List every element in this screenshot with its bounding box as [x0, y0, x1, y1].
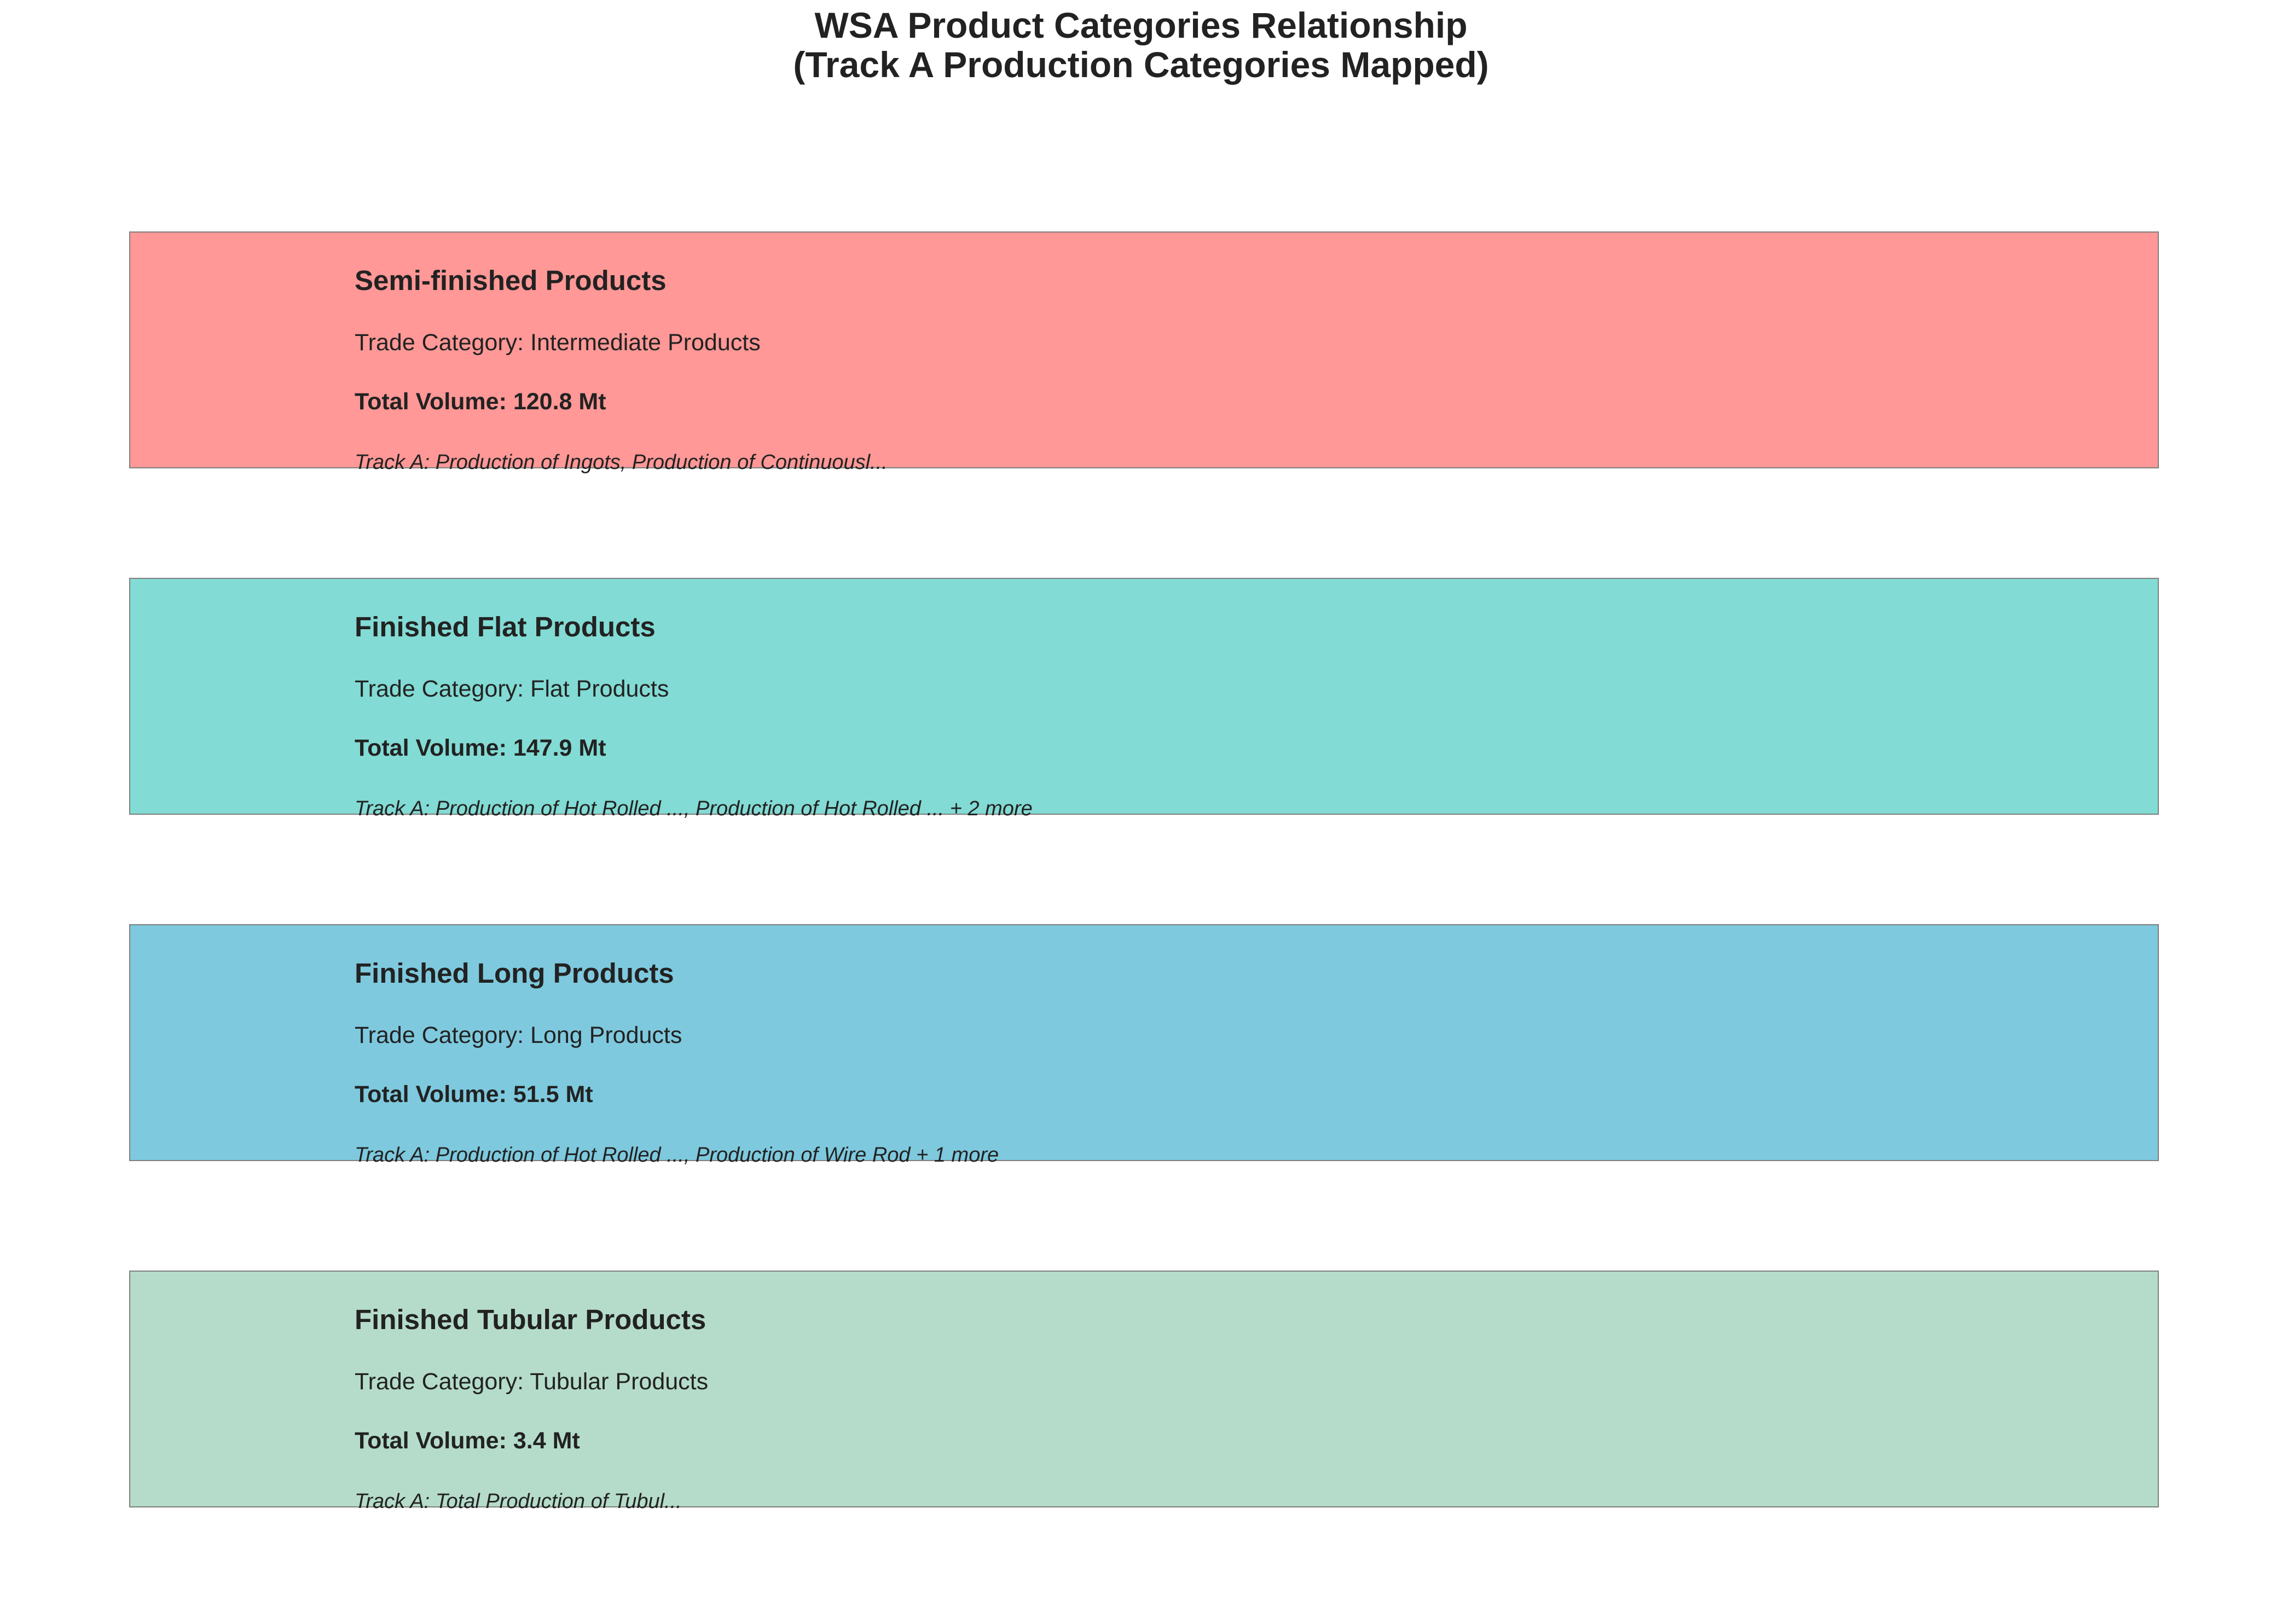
category-name: Finished Long Products [355, 958, 674, 989]
category-box-finished-long: Finished Long Products Trade Category: L… [129, 924, 2159, 1165]
diagram-title: WSA Product Categories Relationship (Tra… [0, 5, 2282, 84]
category-name: Finished Flat Products [355, 611, 656, 642]
track-a-mapping: Track A: Production of Hot Rolled ..., P… [355, 797, 1033, 820]
category-name: Finished Tubular Products [355, 1304, 706, 1335]
total-volume: Total Volume: 3.4 Mt [355, 1428, 580, 1454]
track-a-mapping: Track A: Total Production of Tubul... [355, 1490, 682, 1513]
trade-category: Trade Category: Flat Products [355, 676, 669, 702]
diagram-title-line-1: WSA Product Categories Relationship [814, 5, 1468, 45]
diagram-title-line-2: (Track A Production Categories Mapped) [793, 44, 1489, 85]
total-volume: Total Volume: 147.9 Mt [355, 735, 606, 761]
track-a-mapping: Track A: Production of Ingots, Productio… [355, 451, 888, 474]
total-volume: Total Volume: 120.8 Mt [355, 388, 606, 415]
category-box-finished-flat: Finished Flat Products Trade Category: F… [129, 578, 2159, 819]
category-box-finished-tubular: Finished Tubular Products Trade Category… [129, 1271, 2159, 1512]
trade-category: Trade Category: Intermediate Products [355, 329, 761, 356]
track-a-mapping: Track A: Production of Hot Rolled ..., P… [355, 1144, 999, 1167]
category-name: Semi-finished Products [355, 265, 667, 296]
category-box-semi-finished: Semi-finished Products Trade Category: I… [129, 231, 2159, 473]
trade-category: Trade Category: Long Products [355, 1022, 682, 1048]
trade-category: Trade Category: Tubular Products [355, 1368, 709, 1395]
total-volume: Total Volume: 51.5 Mt [355, 1081, 593, 1107]
